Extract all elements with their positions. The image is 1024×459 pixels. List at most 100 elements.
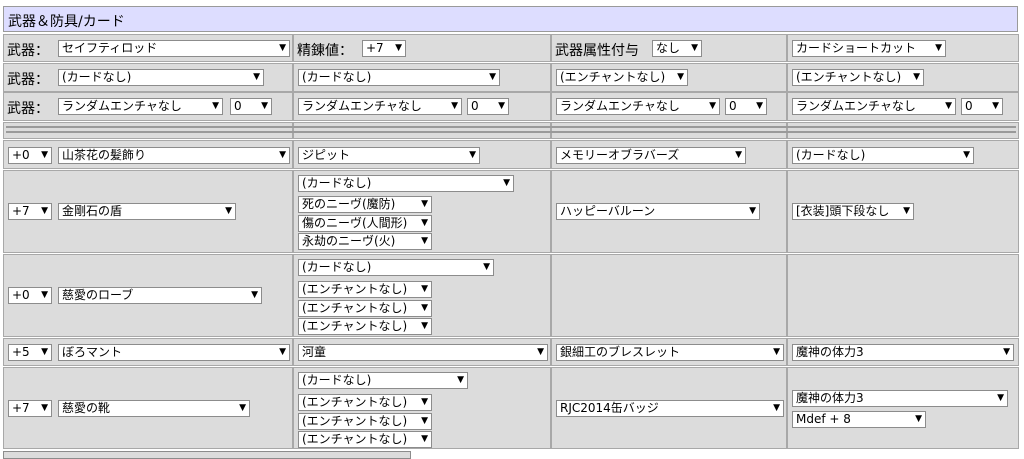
chevron-down-icon: ▼ (421, 321, 428, 331)
refine-cell: 精錬値： +7 ▼ (293, 34, 551, 62)
shield-refine-select[interactable]: +7 ▼ (8, 203, 52, 220)
divider (6, 131, 1016, 133)
random-enchant-select-4[interactable]: ランダムエンチャなし ▼ (792, 98, 956, 115)
chevron-down-icon: ▼ (421, 218, 428, 228)
chevron-down-icon: ▼ (251, 290, 258, 300)
random-enchant-select-2[interactable]: ランダムエンチャなし ▼ (298, 98, 462, 115)
shoes-refine-select[interactable]: +7 ▼ (8, 400, 52, 417)
chevron-down-icon: ▼ (279, 150, 286, 160)
armor-empty-cell-2 (787, 254, 1019, 337)
random-enchant-value-4[interactable]: 0 ▼ (961, 98, 1003, 115)
shield-card-cell: (カードなし) ▼ 死のニーヴ(魔防) ▼ 傷のニーヴ(人間形) ▼ 永劫のニーヴ(火… (293, 170, 551, 253)
weapon-label: 武器： (7, 43, 49, 59)
chevron-down-icon: ▼ (421, 284, 428, 294)
panel-title-bar: 武器＆防具/カード (3, 6, 1018, 32)
random-enchant-value-2[interactable]: 0 ▼ (467, 98, 509, 115)
random-enchant-select-3[interactable]: ランダムエンチャなし ▼ (556, 98, 720, 115)
head-card-cell: ジピット ▼ (293, 140, 551, 169)
accessory2-extra-select[interactable]: Mdef + 8 ▼ (792, 411, 926, 428)
accessory2-select[interactable]: RJC2014缶バッジ ▼ (556, 400, 784, 417)
shoes-enchant-select-2[interactable]: (エンチャントなし) ▼ (298, 413, 432, 430)
weapon-card-select-2[interactable]: (カードなし) ▼ (298, 69, 500, 86)
shoes-item-select[interactable]: 慈愛の靴 ▼ (58, 400, 250, 417)
weapon-enchant-select-1[interactable]: (エンチャントなし) ▼ (556, 69, 688, 86)
weapon-enchant-select-2[interactable]: (エンチャントなし) ▼ (792, 69, 924, 86)
armor-item-select[interactable]: 慈愛のローブ ▼ (58, 287, 262, 304)
refine-select[interactable]: +7 ▼ (362, 40, 406, 57)
accessory1-enchant-select[interactable]: 魔神の体力3 ▼ (792, 344, 1014, 361)
head-refine-select[interactable]: +0 ▼ (8, 147, 52, 164)
shield-costume2-cell: [衣装]頭下段なし ▼ (787, 170, 1019, 253)
costume-lower-select[interactable]: [衣装]頭下段なし ▼ (792, 203, 914, 220)
chevron-down-icon: ▼ (773, 347, 780, 357)
garment-refine-select[interactable]: +5 ▼ (8, 344, 52, 361)
random-enchant-value-3[interactable]: 0 ▼ (725, 98, 767, 115)
shield-item-select[interactable]: 金剛石の盾 ▼ (58, 203, 236, 220)
weapon-card-select-1[interactable]: (カードなし) ▼ (58, 69, 264, 86)
armor-card-cell: (カードなし) ▼ (エンチャントなし) ▼ (エンチャントなし) ▼ (エンチャント… (293, 254, 551, 337)
random-enchant3-cell: ランダムエンチャなし ▼ 0 ▼ (551, 92, 787, 121)
chevron-down-icon: ▼ (421, 434, 428, 444)
head-enchant-select-2[interactable]: (カードなし) ▼ (792, 147, 974, 164)
chevron-down-icon: ▼ (279, 43, 286, 53)
armor-enchant-select-3[interactable]: (エンチャントなし) ▼ (298, 318, 432, 335)
chevron-down-icon: ▼ (483, 262, 490, 272)
garment-cell: +5 ▼ ぼろマント ▼ (3, 338, 293, 366)
head-item-select[interactable]: 山茶花の髪飾り ▼ (58, 147, 290, 164)
shoes-enchant-select-1[interactable]: (エンチャントなし) ▼ (298, 394, 432, 411)
element-select[interactable]: なし ▼ (652, 40, 702, 57)
panel-title: 武器＆防具/カード (8, 14, 125, 30)
chevron-down-icon: ▼ (935, 43, 942, 53)
shield-enchant-select-2[interactable]: 傷のニーヴ(人間形) ▼ (298, 215, 432, 232)
random-enchant-value-1[interactable]: 0 ▼ (230, 98, 272, 115)
chevron-down-icon: ▼ (41, 347, 48, 357)
shield-enchant-select-3[interactable]: 永劫のニーヴ(火) ▼ (298, 233, 432, 250)
random-enchant2-cell: ランダムエンチャなし ▼ 0 ▼ (293, 92, 551, 121)
chevron-down-icon: ▼ (421, 236, 428, 246)
shield-enchant-select-1[interactable]: 死のニーヴ(魔防) ▼ (298, 196, 432, 213)
random-enchant-select-1[interactable]: ランダムエンチャなし ▼ (58, 98, 223, 115)
random-enchant-label: 武器： (7, 101, 49, 117)
refine-label: 精錬値： (297, 43, 353, 59)
armor-empty-cell (551, 254, 787, 337)
armor-enchant-select-2[interactable]: (エンチャントなし) ▼ (298, 300, 432, 317)
chevron-down-icon: ▼ (421, 416, 428, 426)
shield-costume-cell: ハッピーバルーン ▼ (551, 170, 787, 253)
costume-select[interactable]: ハッピーバルーン ▼ (556, 203, 760, 220)
armor-refine-select[interactable]: +0 ▼ (8, 287, 52, 304)
chevron-down-icon: ▼ (691, 43, 698, 53)
card-shortcut-select[interactable]: カードショートカット ▼ (792, 40, 946, 57)
weapon-select[interactable]: セイフティロッド ▼ (58, 40, 290, 57)
chevron-down-icon: ▼ (41, 206, 48, 216)
accessory2-cell: RJC2014缶バッジ ▼ (551, 367, 787, 449)
shoes-card-select[interactable]: (カードなし) ▼ (298, 372, 468, 389)
chevron-down-icon: ▼ (212, 101, 219, 111)
head-gear-cell: +0 ▼ 山茶花の髪飾り ▼ (3, 140, 293, 169)
chevron-down-icon: ▼ (41, 403, 48, 413)
chevron-down-icon: ▼ (225, 206, 232, 216)
chevron-down-icon: ▼ (253, 72, 260, 82)
shoes-enchant-select-3[interactable]: (エンチャントなし) ▼ (298, 431, 432, 448)
garment-item-select[interactable]: ぼろマント ▼ (58, 344, 290, 361)
accessory2-enchant-select[interactable]: 魔神の体力3 ▼ (792, 390, 1008, 407)
chevron-down-icon: ▼ (537, 347, 544, 357)
head-card-select[interactable]: ジピット ▼ (298, 147, 480, 164)
armor-enchant-select-1[interactable]: (エンチャントなし) ▼ (298, 281, 432, 298)
element-cell: 武器属性付与 なし ▼ (551, 34, 787, 62)
shoes-cell: +7 ▼ 慈愛の靴 ▼ (3, 367, 293, 449)
accessory1-select[interactable]: 銀細工のブレスレット ▼ (556, 344, 784, 361)
accessory1-enchant-cell: 魔神の体力3 ▼ (787, 338, 1019, 366)
armor-card-select[interactable]: (カードなし) ▼ (298, 259, 494, 276)
armor-cell: +0 ▼ 慈愛のローブ ▼ (3, 254, 293, 337)
chevron-down-icon: ▼ (41, 290, 48, 300)
garment-card-select[interactable]: 河童 ▼ (298, 344, 548, 361)
chevron-down-icon: ▼ (903, 206, 910, 216)
garment-card-cell: 河童 ▼ (293, 338, 551, 366)
shield-cell: +7 ▼ 金剛石の盾 ▼ (3, 170, 293, 253)
head-enchant-select-1[interactable]: メモリーオブラバーズ ▼ (556, 147, 746, 164)
shield-card-select[interactable]: (カードなし) ▼ (298, 175, 514, 192)
weapon-card3-cell: (エンチャントなし) ▼ (551, 63, 787, 92)
weapon-card-cell: 武器： (カードなし) ▼ (3, 63, 293, 92)
chevron-down-icon: ▼ (913, 72, 920, 82)
chevron-down-icon: ▼ (997, 393, 1004, 403)
